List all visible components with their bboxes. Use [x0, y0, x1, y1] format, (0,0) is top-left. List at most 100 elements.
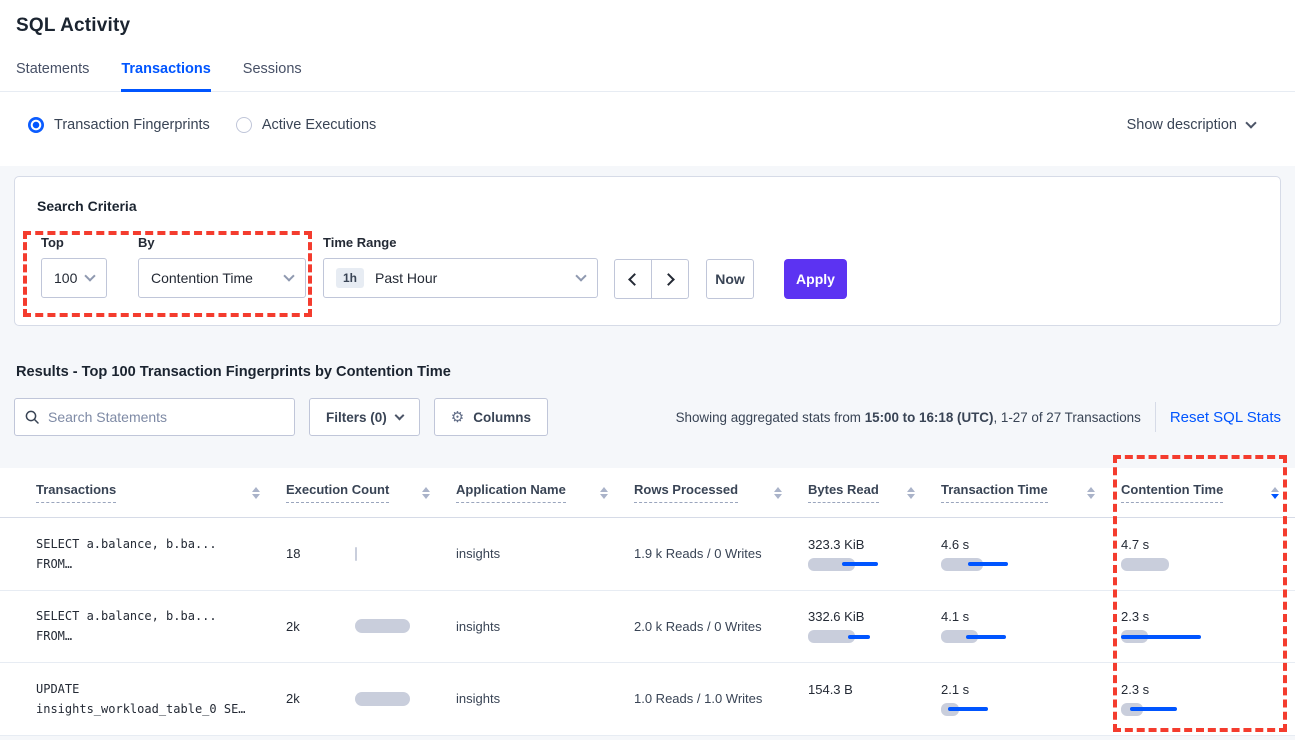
radio-selected-icon[interactable]: [28, 117, 44, 133]
bytes-read-value: 323.3 KiB: [808, 537, 941, 552]
search-statements-box: [14, 398, 295, 436]
top-select[interactable]: 100: [41, 258, 107, 298]
transaction-query-link[interactable]: UPDATEinsights_workload_table_0 SE…: [36, 679, 286, 719]
sort-arrows-icon: [422, 487, 430, 499]
rows-processed-cell: 1.9 k Reads / 0 Writes: [634, 546, 808, 561]
show-description-toggle[interactable]: Show description: [1127, 117, 1279, 133]
reset-sql-stats-link[interactable]: Reset SQL Stats: [1170, 409, 1281, 426]
filters-button[interactable]: Filters (0): [309, 398, 420, 436]
transaction-query-link[interactable]: SELECT a.balance, b.ba...FROM…: [36, 606, 286, 646]
sort-descending-icon: [600, 494, 608, 499]
contention-time-value: 4.7 s: [1121, 537, 1285, 552]
contention-time-cell: 2.3 s: [1121, 609, 1285, 643]
search-statements-input[interactable]: [48, 409, 284, 425]
sort-descending-icon: [1087, 494, 1095, 499]
execution-count-value: 2k: [286, 619, 355, 634]
results-heading: Results - Top 100 Transaction Fingerprin…: [14, 364, 1281, 380]
radio-label: Transaction Fingerprints: [54, 117, 210, 133]
bytes-read-cell: 323.3 KiB: [808, 537, 941, 571]
radio-unselected-icon[interactable]: [236, 117, 252, 133]
sort-descending-icon: [252, 494, 260, 499]
time-range-value: Past Hour: [375, 270, 437, 286]
chevron-down-icon: [394, 410, 404, 420]
contention-time-bar-marker: [1121, 635, 1201, 639]
page-title: SQL Activity: [16, 15, 1279, 37]
apply-button[interactable]: Apply: [784, 259, 847, 299]
column-header-application-name[interactable]: Application Name: [456, 482, 634, 503]
filters-label: Filters (0): [326, 410, 387, 425]
page-body: Search Criteria Top 100 By Contention Ti…: [0, 166, 1295, 740]
chevron-left-icon: [628, 273, 641, 286]
table-row: SELECT a.balance, b.ba...FROM…2kinsights…: [0, 591, 1295, 664]
tab-sessions[interactable]: Sessions: [243, 61, 302, 92]
now-button[interactable]: Now: [706, 259, 754, 299]
transaction-time-cell: 4.6 s: [941, 537, 1121, 571]
column-header-label: Transaction Time: [941, 482, 1048, 503]
chevron-right-icon: [662, 273, 675, 286]
stats-group: Showing aggregated stats from 15:00 to 1…: [676, 402, 1281, 432]
search-criteria-heading: Search Criteria: [37, 198, 137, 214]
show-description-label: Show description: [1127, 117, 1237, 133]
tab-transactions[interactable]: Transactions: [121, 61, 210, 92]
chevron-down-icon: [283, 270, 294, 281]
execution-count-bar: [355, 692, 410, 706]
column-header-label: Rows Processed: [634, 482, 738, 503]
column-header-bytes-read[interactable]: Bytes Read: [808, 482, 941, 503]
rows-processed-cell: 1.0 Reads / 1.0 Writes: [634, 691, 808, 706]
bytes-read-bar-marker: [848, 635, 870, 639]
table-body: SELECT a.balance, b.ba...FROM…18insights…: [0, 518, 1295, 736]
column-header-contention-time[interactable]: Contention Time: [1121, 482, 1285, 503]
contention-time-bar: [1121, 703, 1193, 716]
radio-transaction-fingerprints[interactable]: Transaction Fingerprints: [28, 117, 210, 133]
rows-processed-value: 1.0 Reads / 1.0 Writes: [634, 691, 762, 706]
contention-time-bar-marker: [1130, 707, 1177, 711]
by-select[interactable]: Contention Time: [138, 258, 306, 298]
query-line-2: insights_workload_table_0 SE…: [36, 699, 286, 719]
table-row: SELECT a.balance, b.ba...FROM…18insights…: [0, 518, 1295, 591]
bytes-read-bar: [808, 630, 880, 643]
sort-arrows-icon: [774, 487, 782, 499]
top-label: Top: [41, 235, 107, 250]
sort-ascending-icon: [774, 487, 782, 492]
execution-count-bar: [355, 547, 357, 561]
application-name-value: insights: [456, 691, 500, 706]
stats-time-range: 15:00 to 16:18 (UTC): [865, 410, 994, 425]
application-name-cell: insights: [456, 691, 634, 706]
previous-time-button[interactable]: [614, 259, 652, 299]
column-header-label: Application Name: [456, 482, 566, 503]
sort-ascending-icon: [1087, 487, 1095, 492]
query-line-2: FROM…: [36, 554, 286, 574]
column-header-transaction-time[interactable]: Transaction Time: [941, 482, 1121, 503]
radio-active-executions[interactable]: Active Executions: [236, 117, 376, 133]
sort-descending-icon: [907, 494, 915, 499]
tab-statements[interactable]: Statements: [16, 61, 89, 92]
column-header-transactions[interactable]: Transactions: [36, 482, 286, 503]
column-header-rows-processed[interactable]: Rows Processed: [634, 482, 808, 503]
sql-activity-page: SQL Activity Statements Transactions Ses…: [0, 0, 1295, 740]
now-button-group: Now: [706, 259, 754, 299]
rows-processed-value: 2.0 k Reads / 0 Writes: [634, 619, 762, 634]
column-header-execution-count[interactable]: Execution Count: [286, 482, 456, 503]
time-range-select[interactable]: 1h Past Hour: [323, 258, 598, 298]
contention-time-value: 2.3 s: [1121, 609, 1285, 624]
bytes-read-bar: [808, 558, 880, 571]
contention-time-cell: 2.3 s: [1121, 682, 1285, 716]
sort-descending-icon: [774, 494, 782, 499]
sort-arrows-icon: [907, 487, 915, 499]
search-criteria-card: Search Criteria Top 100 By Contention Ti…: [14, 176, 1281, 326]
transaction-time-bar-marker: [968, 562, 1008, 566]
top-field-group: Top 100: [41, 235, 107, 298]
sort-descending-icon: [1271, 494, 1279, 499]
by-select-value: Contention Time: [151, 270, 253, 286]
sort-ascending-icon: [600, 487, 608, 492]
next-time-button[interactable]: [651, 259, 689, 299]
sort-arrows-icon: [600, 487, 608, 499]
transaction-query-link[interactable]: SELECT a.balance, b.ba...FROM…: [36, 534, 286, 574]
rows-processed-cell: 2.0 k Reads / 0 Writes: [634, 619, 808, 634]
column-header-label: Bytes Read: [808, 482, 879, 503]
bytes-read-cell: 154.3 B: [808, 682, 941, 716]
sort-ascending-icon: [907, 487, 915, 492]
columns-button[interactable]: ⚙ Columns: [434, 398, 548, 436]
tab-bar: Statements Transactions Sessions: [0, 61, 1295, 92]
time-step-buttons: [614, 259, 689, 299]
